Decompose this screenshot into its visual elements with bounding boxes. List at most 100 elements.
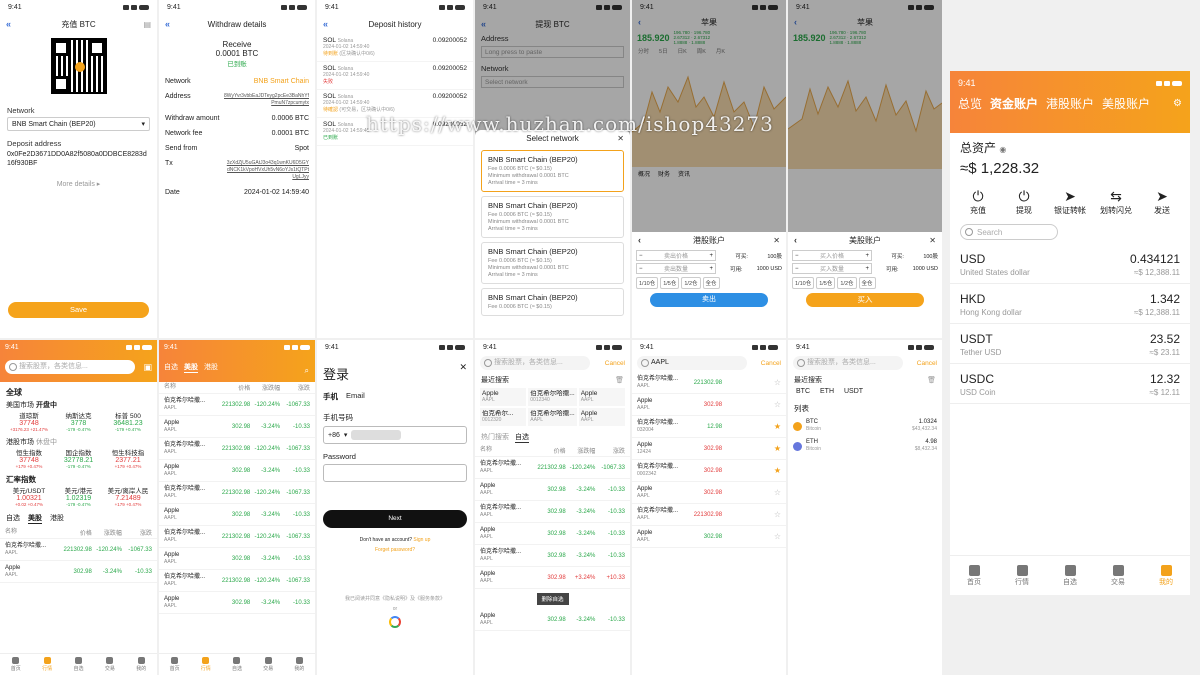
list-item[interactable]: SOL Solana 0.09200052 2024-01-02 14:59:40 已…: [317, 118, 473, 146]
list-item[interactable]: SOL Solana 0.09200052 2024-01-02 14:59:40 待…: [317, 90, 473, 118]
fraction-button[interactable]: 全仓: [858, 277, 876, 289]
fraction-button[interactable]: 1/5仓: [816, 277, 836, 289]
tab-fav[interactable]: 自选: [515, 432, 529, 443]
recent-item[interactable]: Apple AAPL: [480, 388, 527, 406]
minus-icon[interactable]: −: [639, 253, 643, 259]
column-header[interactable]: 价格: [533, 446, 566, 455]
action-transfer[interactable]: ➤ 银证转帐: [1050, 187, 1090, 216]
search-input[interactable]: 搜索股票，各类信息...: [5, 360, 135, 374]
result-row[interactable]: 伯克希尔哈撒... AAPL 221302.98 ☆: [632, 372, 786, 394]
fraction-button[interactable]: 全仓: [702, 277, 720, 289]
recent-tag[interactable]: USDT: [844, 388, 863, 395]
fraction-button[interactable]: 1/5仓: [660, 277, 680, 289]
index-card[interactable]: 恒生科技指 2377.21 +179 +0.47%: [105, 447, 151, 469]
table-row[interactable]: Apple AAPL 302.98 -3.24% -10.33: [475, 523, 630, 545]
recent-tag[interactable]: ETH: [820, 388, 834, 395]
list-item[interactable]: SOL Solana 0.09200052 2024-01-02 14:59:40 失…: [317, 62, 473, 90]
fraction-button[interactable]: 1/10仓: [636, 277, 659, 289]
column-header[interactable]: 涨跌: [280, 383, 310, 392]
action-deposit[interactable]: ⏻ 充值: [958, 187, 998, 216]
price-stepper[interactable]: − 买入价格 +: [792, 250, 872, 261]
qty-stepper[interactable]: − 卖出数量 +: [636, 263, 716, 274]
asset-row[interactable]: HKD Hong Kong dollar 1.342 ≈$ 12,388.11: [950, 284, 1190, 324]
table-row[interactable]: 伯克希尔哈撒... AAPL 221302.98 -120.24% -1067.33: [475, 457, 630, 479]
recent-item[interactable]: 伯克希尔... 0012320: [480, 408, 527, 426]
tab-watch[interactable]: 美股: [28, 513, 42, 524]
tab-account[interactable]: 港股账户: [1046, 95, 1094, 112]
trash-icon[interactable]: 🗑: [927, 376, 936, 384]
action-withdraw[interactable]: ⏻ 提现: [1004, 187, 1044, 216]
coin-row[interactable]: ETH Bitcoin 4.98 $8,432.34: [788, 436, 942, 456]
index-card[interactable]: 道琼斯 37748 +3176.23 +21.47%: [6, 410, 52, 432]
index-card[interactable]: 标普 500 36481.23 -179 +0.47%: [105, 410, 151, 432]
minus-icon[interactable]: −: [795, 253, 799, 259]
tab-home[interactable]: 首页: [11, 657, 21, 672]
column-header[interactable]: 涨跌幅: [92, 528, 122, 537]
delete-fav-toast[interactable]: 删除自选: [536, 593, 569, 605]
scan-icon[interactable]: ▣: [143, 362, 152, 373]
google-icon[interactable]: [389, 616, 401, 628]
tab-market[interactable]: 行情: [1015, 564, 1029, 587]
tab-email[interactable]: Email: [346, 391, 365, 402]
recent-item[interactable]: 伯克希尔哈撒... 0012340: [528, 388, 577, 406]
cancel-button[interactable]: Cancel: [605, 360, 625, 367]
signup-link[interactable]: Sign up: [413, 537, 430, 543]
star-icon[interactable]: ★: [752, 466, 781, 475]
cancel-button[interactable]: Cancel: [917, 360, 937, 367]
plus-icon[interactable]: +: [865, 266, 869, 272]
minus-icon[interactable]: −: [639, 266, 643, 272]
deposit-address[interactable]: 0x0Fe2D3671DD0A82f5080a0DDBCE8283d16f930…: [7, 150, 150, 168]
back-icon[interactable]: ‹: [794, 235, 797, 245]
tab-account[interactable]: 资金账户: [990, 95, 1038, 112]
result-row[interactable]: Apple AAPL 302.98 ☆: [632, 526, 786, 548]
back-icon[interactable]: ‹: [638, 235, 641, 245]
asset-row[interactable]: USDT Tether USD 23.52 ≈$ 23.11: [950, 324, 1190, 364]
minus-icon[interactable]: −: [795, 266, 799, 272]
settings-icon[interactable]: ⚙: [1173, 98, 1182, 109]
star-icon[interactable]: ☆: [752, 510, 781, 519]
detail-value[interactable]: 3zXdZjU5uGAtJ3o43q1wnKU6D5GYdNCK1kVpoHVx…: [224, 160, 309, 181]
table-row[interactable]: Apple AAPL 302.98 -3.24% -10.33: [475, 479, 630, 501]
network-select[interactable]: BNB Smart Chain (BEP20) ▾: [7, 117, 150, 131]
table-row[interactable]: Apple AAPL 302.98 -3.24% -10.33: [0, 561, 157, 583]
back-icon[interactable]: «: [165, 19, 170, 29]
table-row[interactable]: Apple AAPL 302.98 -3.24% -10.33: [475, 609, 630, 631]
tab-home[interactable]: 首页: [170, 657, 180, 672]
save-button[interactable]: Save: [8, 302, 149, 318]
table-row[interactable]: Apple AAPL 302.98 -3.24% -10.33: [159, 548, 315, 570]
close-icon[interactable]: ✕: [929, 236, 936, 245]
tab-market[interactable]: 行情: [201, 657, 211, 672]
table-row[interactable]: 伯克希尔哈撒... AAPL 302.98 -3.24% -10.33: [475, 545, 630, 567]
action-swap[interactable]: ⇆ 划转闪兑: [1096, 187, 1136, 216]
tab-mine[interactable]: 我的: [136, 657, 146, 672]
tab-watchlist[interactable]: 自选: [73, 657, 83, 672]
result-row[interactable]: Apple AAPL 302.98 ☆: [632, 394, 786, 416]
asset-row[interactable]: USD United States dollar 0.434121 ≈$ 12,388…: [950, 244, 1190, 284]
country-code[interactable]: +86: [328, 432, 340, 439]
fraction-button[interactable]: 1/10仓: [792, 277, 815, 289]
plus-icon[interactable]: +: [709, 266, 713, 272]
back-icon[interactable]: «: [323, 19, 328, 29]
column-header[interactable]: 涨跌幅: [566, 446, 595, 455]
recent-item[interactable]: 伯克希尔哈撒... AAPL: [528, 408, 577, 426]
network-card[interactable]: BNB Smart Chain (BEP20) Fee 0.0006 BTC (≈…: [481, 242, 624, 284]
tab-mine[interactable]: 我的: [294, 657, 304, 672]
search-input[interactable]: 搜索股票，各类信息...: [793, 356, 903, 370]
index-card[interactable]: 恒生指数 37748 +179 +0.47%: [6, 447, 52, 469]
plus-icon[interactable]: +: [709, 253, 713, 259]
eye-icon[interactable]: ◉: [999, 145, 1006, 154]
list-item[interactable]: SOL Solana 0.09200052 2024-01-02 14:59:40 待…: [317, 34, 473, 62]
network-card[interactable]: BNB Smart Chain (BEP20) Fee 0.0006 BTC (≈…: [481, 150, 624, 192]
price-stepper[interactable]: − 卖出价格 +: [636, 250, 716, 261]
close-icon[interactable]: ✕: [617, 134, 624, 143]
index-card[interactable]: 纳斯达克 3778 -179 -0.47%: [56, 410, 102, 432]
search-input[interactable]: Search: [960, 224, 1058, 240]
tab-watch[interactable]: 自选: [164, 362, 178, 373]
search-input[interactable]: 搜索股票，各类信息...: [480, 356, 590, 370]
phone-field[interactable]: +86 ▾: [323, 426, 467, 444]
cancel-button[interactable]: Cancel: [761, 360, 781, 367]
network-card[interactable]: BNB Smart Chain (BEP20) Fee 0.0006 BTC (≈…: [481, 288, 624, 316]
tab-watch[interactable]: 港股: [50, 513, 64, 524]
recent-tag[interactable]: BTC: [796, 388, 810, 395]
table-row[interactable]: 伯克希尔哈撒... AAPL 221302.98 -120.24% -1067.33: [0, 539, 157, 561]
